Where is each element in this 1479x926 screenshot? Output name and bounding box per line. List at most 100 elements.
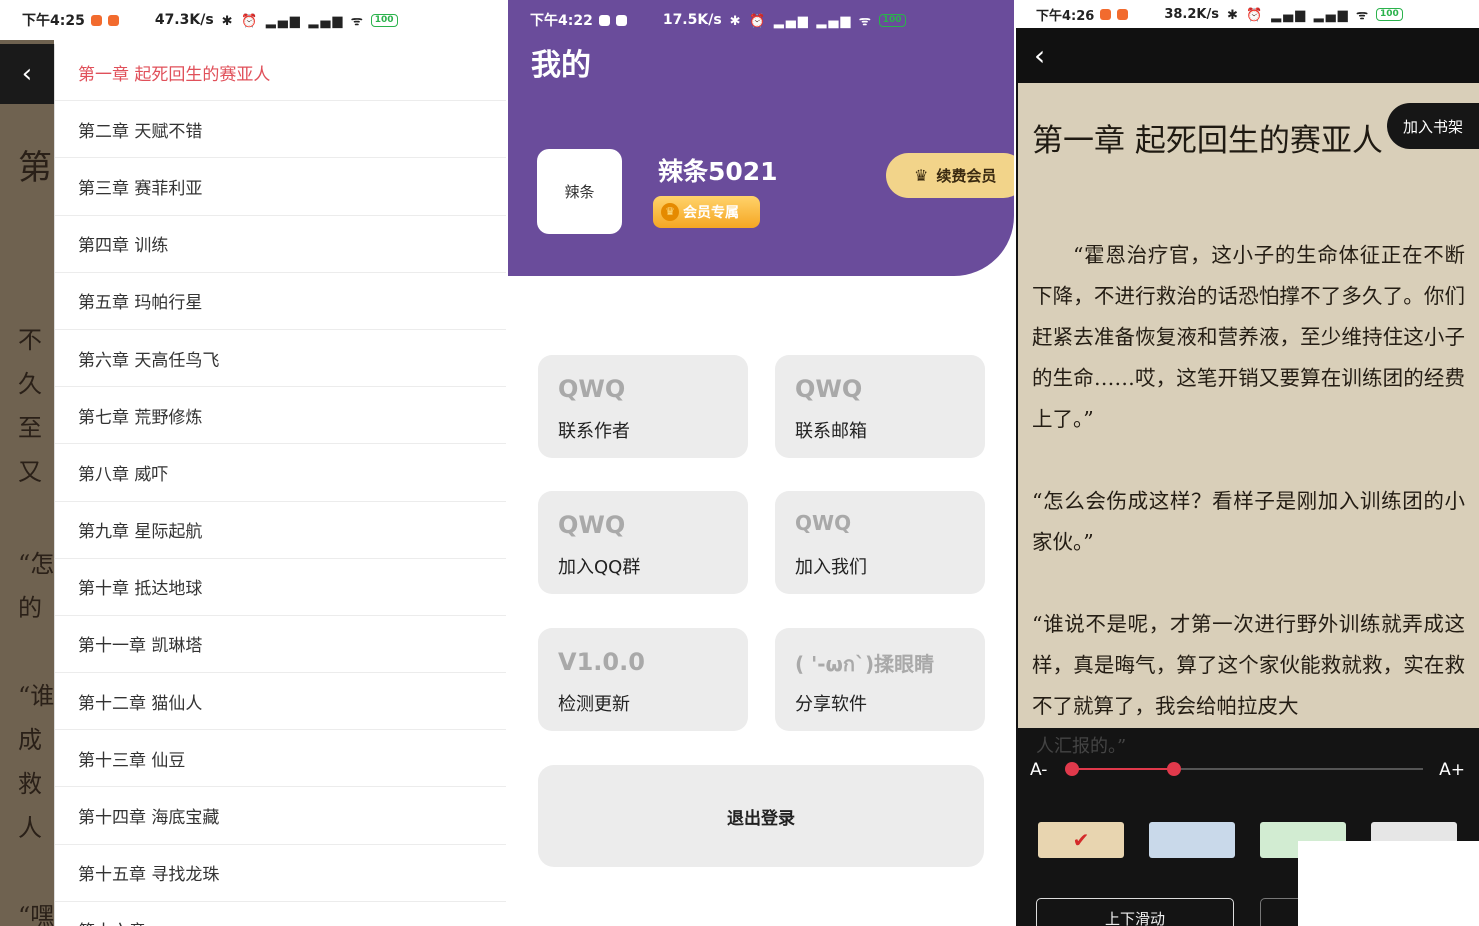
font-decrease-button[interactable]: A- <box>1030 760 1047 780</box>
status-time: 下午4:25 <box>22 13 85 29</box>
reader-paragraph: “怎么会伤成这样？看样子是刚加入训练团的小家伙。” <box>1032 489 1465 554</box>
chapter-item[interactable]: 第十一章 凯琳塔 <box>55 616 506 674</box>
chapter-item[interactable]: 第九章 星际起航 <box>55 502 506 559</box>
chevron-left-icon: ‹ <box>21 59 33 89</box>
card-label: 分享软件 <box>795 694 867 715</box>
back-button[interactable]: ‹ <box>0 44 54 104</box>
battery-icon: 100 <box>1376 7 1403 21</box>
reader-line: 人 <box>18 814 42 842</box>
font-size-slider[interactable] <box>1065 762 1423 776</box>
vip-badge: ♛ 会员专属 <box>653 196 760 228</box>
battery-icon: 100 <box>370 13 398 27</box>
reader-line: 救 <box>18 770 42 798</box>
card-value: V1.0.0 <box>558 648 645 676</box>
chapter-item[interactable]: 第七章 荒野修炼 <box>55 387 506 445</box>
chapter-item[interactable]: 第二章 天赋不错 <box>55 101 506 159</box>
card-value: QWQ <box>795 375 863 403</box>
reader-line: 的 <box>18 594 42 622</box>
corner-overlay <box>1298 841 1479 926</box>
card-value: QWQ <box>558 375 626 403</box>
chapter-list: 第一章 起死回生的赛亚人 第二章 天赋不错 第三章 赛菲利亚 第四章 训练 第五… <box>54 44 506 926</box>
card-label: 检测更新 <box>558 694 630 715</box>
reader-line: “嘿 <box>18 902 55 926</box>
card-value: QWQ <box>558 511 626 539</box>
status-icons: ✱ ⏰ ▂▄▆ ▂▄▆ ᯤ <box>729 14 873 29</box>
card-label: 加入QQ群 <box>558 557 641 578</box>
card-label: 联系邮箱 <box>795 421 867 442</box>
status-icons: ✱ ⏰ ▂▄▆ ▂▄▆ ᯤ <box>221 14 365 29</box>
reader-top-bar: ‹ <box>1016 28 1479 83</box>
chapter-title: 第一章 起死回生的赛亚人 <box>1032 123 1383 159</box>
add-to-shelf-button[interactable]: 加入书架 <box>1387 103 1479 149</box>
reader-line: 不 <box>18 326 42 354</box>
card-label: 联系作者 <box>558 421 630 442</box>
chapter-item[interactable]: 第十章 抵达地球 <box>55 559 506 616</box>
chapter-item-active[interactable]: 第一章 起死回生的赛亚人 <box>55 44 506 102</box>
crown-icon: ♛ <box>661 203 679 221</box>
battery-icon: 100 <box>878 13 906 27</box>
chapter-item[interactable]: 第十六章 ... <box>55 902 506 926</box>
username: 辣条5021 <box>658 157 778 186</box>
status-icons: ✱ ⏰ ▂▄▆ ▂▄▆ ᯤ <box>1226 8 1371 23</box>
chapter-item[interactable]: 第三章 赛菲利亚 <box>55 158 506 216</box>
reader-line: “怎 <box>18 550 55 578</box>
reader-line: “谁 <box>18 682 55 710</box>
chapter-item[interactable]: 第十三章 仙豆 <box>55 730 506 788</box>
share-app-card[interactable]: ( '-ωก`)揉眼睛 分享软件 <box>775 628 985 731</box>
reader-line: 成 <box>18 726 42 754</box>
chapter-item[interactable]: 第十五章 寻找龙珠 <box>55 845 506 902</box>
reader-panel: 下午4:26 38.2K/s ✱ ⏰ ▂▄▆ ▂▄▆ ᯤ 100 ‹ 第一章 起… <box>1016 0 1479 926</box>
join-qq-group-card[interactable]: QWQ 加入QQ群 <box>538 491 748 594</box>
status-time: 下午4:22 <box>530 13 593 29</box>
status-net-speed: 17.5K/s <box>662 12 722 28</box>
reader-paragraph: “谁说不是呢，才第一次进行野外训练就弄成这样，真是晦气，算了这个家伙能救就救，实… <box>1032 612 1465 718</box>
chapter-item[interactable]: 第十二章 猫仙人 <box>55 673 506 731</box>
slider-start-knob <box>1065 762 1079 776</box>
status-net-speed: 38.2K/s <box>1164 6 1219 22</box>
bg-swatch-blue[interactable] <box>1149 822 1235 858</box>
reader-peek-text: 人汇报的。” <box>1036 736 1127 757</box>
notification-icon <box>1117 8 1129 20</box>
notification-icon <box>90 14 102 26</box>
status-time: 下午4:26 <box>1036 8 1095 24</box>
renew-vip-button[interactable]: ♛ 续费会员 <box>886 153 1014 198</box>
scroll-mode-button[interactable]: 上下滑动 <box>1036 898 1234 926</box>
reader-paragraph: “霍恩治疗官，这小子的生命体征正在不断下降，不进行救治的话恐怕撑不了多久了。你们… <box>1032 243 1465 431</box>
vip-badge-label: 会员专属 <box>683 205 739 221</box>
chapter-item[interactable]: 第六章 天高任鸟飞 <box>55 330 506 388</box>
reader-line: 久 <box>18 370 42 398</box>
reader-line: 至 <box>18 414 42 442</box>
notification-icon <box>107 14 119 26</box>
slider-handle[interactable] <box>1166 762 1181 776</box>
card-label: 加入我们 <box>795 557 867 578</box>
chapter-item[interactable]: 第五章 玛帕行星 <box>55 273 506 330</box>
avatar[interactable]: 辣条 <box>537 149 622 234</box>
chapter-item[interactable]: 第四章 训练 <box>55 216 506 273</box>
profile-panel: 下午4:22 17.5K/s ✱ ⏰ ▂▄▆ ▂▄▆ ᯤ 100 我的 辣条 辣… <box>508 0 1014 926</box>
check-icon: ✔ <box>1072 828 1090 852</box>
card-value: ( '-ωก`)揉眼睛 <box>795 652 935 676</box>
reader-line: 又 <box>18 458 42 486</box>
reader-page[interactable]: 第一章 起死回生的赛亚人 加入书架 “霍恩治疗官，这小子的生命体征正在不断下降，… <box>1018 83 1479 728</box>
font-size-slider-fill <box>1072 768 1174 770</box>
toc-panel: 下午4:25 47.3K/s ✱ ⏰ ▂▄▆ ▂▄▆ ᯤ 100 ‹ 第 不 久… <box>0 0 506 926</box>
notification-icon <box>615 14 627 26</box>
page-title: 我的 <box>531 48 591 83</box>
notification-icon <box>1100 8 1112 20</box>
status-bar: 下午4:25 47.3K/s ✱ ⏰ ▂▄▆ ▂▄▆ ᯤ 100 <box>0 0 506 40</box>
card-value: QWQ <box>795 511 852 535</box>
font-increase-button[interactable]: A+ <box>1439 760 1465 780</box>
contact-author-card[interactable]: QWQ 联系作者 <box>538 355 748 458</box>
contact-email-card[interactable]: QWQ 联系邮箱 <box>775 355 985 458</box>
bg-swatch-beige[interactable]: ✔ <box>1038 822 1124 858</box>
chapter-item[interactable]: 第十四章 海底宝藏 <box>55 787 506 845</box>
check-update-card[interactable]: V1.0.0 检测更新 <box>538 628 748 731</box>
chapter-item[interactable]: 第八章 威吓 <box>55 444 506 502</box>
status-net-speed: 47.3K/s <box>154 12 214 28</box>
logout-button[interactable]: 退出登录 <box>538 765 984 867</box>
back-icon[interactable]: ‹ <box>1034 39 1045 72</box>
reader-heading-fragment: 第 <box>18 148 52 188</box>
renew-vip-label: 续费会员 <box>936 167 997 185</box>
join-us-card[interactable]: QWQ 加入我们 <box>775 491 985 594</box>
status-bar: 下午4:22 17.5K/s ✱ ⏰ ▂▄▆ ▂▄▆ ᯤ 100 <box>508 0 1014 40</box>
